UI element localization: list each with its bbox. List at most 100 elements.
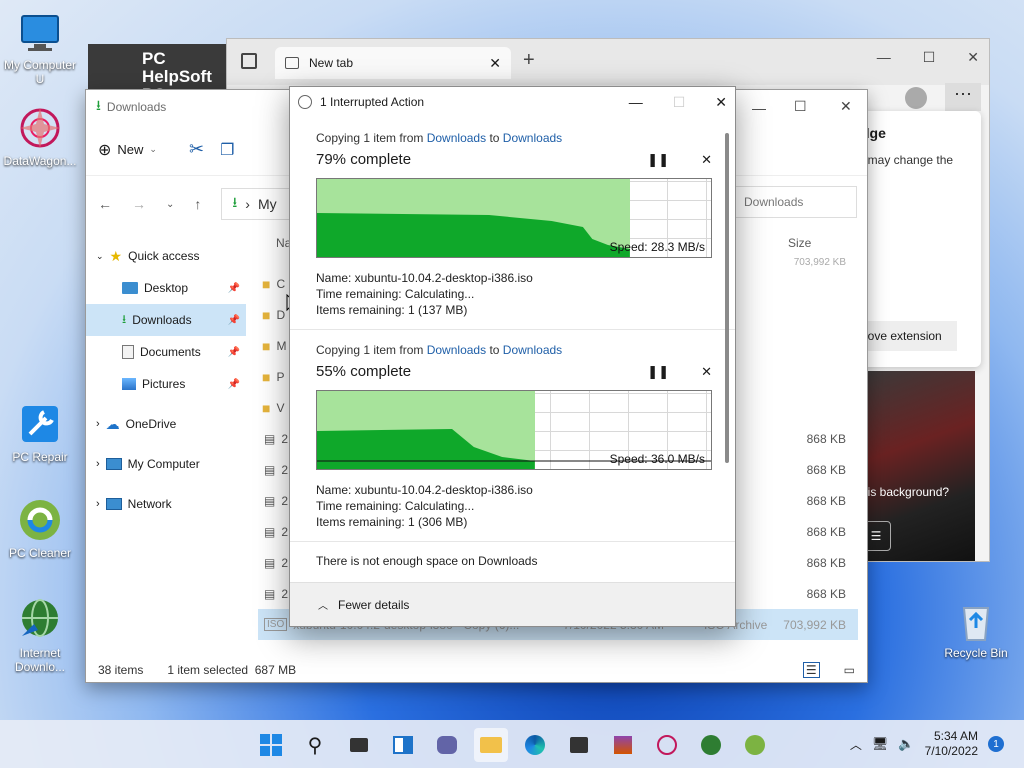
- desktop-icon-recycle-bin[interactable]: Recycle Bin: [936, 596, 1016, 660]
- destination-link[interactable]: Downloads: [503, 343, 562, 357]
- nav-my-computer[interactable]: › My Computer: [86, 448, 246, 480]
- chat-button[interactable]: [430, 728, 464, 762]
- desktop-icon-my-computer[interactable]: My Computer U: [0, 8, 80, 86]
- search-input[interactable]: Downloads: [733, 186, 857, 218]
- volume-icon[interactable]: 🔈: [898, 736, 914, 752]
- search-placeholder: Downloads: [744, 195, 804, 209]
- search-button[interactable]: ⚲: [298, 728, 332, 762]
- notification-badge[interactable]: 1: [988, 736, 1004, 752]
- cloud-icon: ☁: [105, 415, 120, 432]
- explorer-maximize-icon[interactable]: ☐: [794, 98, 807, 115]
- tab-new-tab[interactable]: New tab ✕: [275, 47, 511, 79]
- newtab-icon: [285, 57, 299, 69]
- file-icon: ▤: [264, 493, 276, 508]
- clock-date: 7/10/2022: [924, 744, 978, 758]
- desktop-icon-internet-download[interactable]: Internet Downlo...: [0, 596, 80, 674]
- pc-cleaner-icon: [745, 735, 765, 755]
- forward-arrow-icon[interactable]: →: [132, 196, 146, 212]
- up-arrow-icon[interactable]: ↑: [194, 196, 201, 212]
- clock[interactable]: 5:34 AM 7/10/2022: [925, 729, 978, 759]
- nav-network[interactable]: › Network: [86, 488, 246, 520]
- nav-pictures[interactable]: Pictures 📌: [86, 368, 246, 400]
- path-chevron-icon: ›: [245, 196, 250, 212]
- chat-icon: [437, 736, 457, 754]
- clock-time: 5:34 AM: [933, 729, 978, 743]
- new-tab-plus-icon[interactable]: +: [523, 49, 535, 72]
- source-link[interactable]: Downloads: [427, 343, 486, 357]
- tab-actions-icon[interactable]: [241, 53, 257, 69]
- nav-onedrive[interactable]: › ☁ OneDrive: [86, 408, 246, 440]
- task-view-button[interactable]: [342, 728, 376, 762]
- monitor-icon: [105, 458, 122, 470]
- cancel-icon[interactable]: ✕: [701, 152, 712, 168]
- destination-link[interactable]: Downloads: [503, 131, 562, 145]
- minimize-icon[interactable]: —: [629, 94, 643, 111]
- nav-desktop[interactable]: Desktop 📌: [86, 272, 246, 304]
- extension-text: t may change the: [861, 153, 954, 167]
- divider: [290, 329, 735, 330]
- pause-icon[interactable]: ❚❚: [647, 152, 669, 168]
- speed-label: Speed: 36.0 MB/s: [609, 452, 705, 466]
- items-remaining: Items remaining: 1 (137 MB): [316, 303, 468, 317]
- chevron-down-icon: ⌄: [96, 250, 104, 261]
- copy-progress-dialog[interactable]: 1 Interrupted Action — ☐ ✕ Copying 1 ite…: [289, 86, 736, 627]
- edge-button[interactable]: [518, 728, 552, 762]
- start-button[interactable]: [254, 728, 288, 762]
- iso-file-icon: ISO: [264, 618, 288, 631]
- details-view-icon[interactable]: ☰: [802, 662, 820, 678]
- explorer-minimize-icon[interactable]: —: [752, 100, 766, 116]
- internet-download-button[interactable]: [694, 728, 728, 762]
- progress-graph: Speed: 36.0 MB/s: [316, 390, 712, 470]
- nav-documents[interactable]: Documents 📌: [86, 336, 246, 368]
- dialog-scrollbar[interactable]: [725, 133, 729, 463]
- new-button[interactable]: ⊕ New ⌄: [98, 140, 157, 160]
- remove-extension-button[interactable]: nove extension: [857, 321, 957, 351]
- copy-icon[interactable]: ❐: [220, 140, 234, 160]
- pin-icon: 📌: [227, 346, 240, 358]
- desktop-icon-pc-cleaner[interactable]: PC Cleaner: [0, 496, 80, 560]
- browser-avatar[interactable]: [905, 87, 927, 109]
- file-size: 868 KB: [806, 586, 846, 601]
- nav-label: Downloads: [132, 313, 192, 327]
- maximize-icon[interactable]: ☐: [673, 94, 686, 111]
- close-tab-icon[interactable]: ✕: [489, 55, 501, 72]
- recent-chevron-icon[interactable]: ⌄: [166, 199, 174, 210]
- source-link[interactable]: Downloads: [427, 131, 486, 145]
- fewer-details-button[interactable]: Fewer details: [338, 598, 409, 612]
- cancel-icon[interactable]: ✕: [701, 364, 712, 380]
- datawagon-button[interactable]: [650, 728, 684, 762]
- minimize-icon[interactable]: —: [877, 49, 891, 66]
- network-icon[interactable]: 🖥: [872, 736, 889, 752]
- desktop-icon-pc-repair[interactable]: PC Repair: [0, 400, 80, 464]
- close-icon[interactable]: ✕: [967, 49, 979, 66]
- store-button[interactable]: [562, 728, 596, 762]
- file-explorer-button[interactable]: [474, 728, 508, 762]
- desktop-icon-datawagon[interactable]: DataWagon...: [0, 104, 80, 168]
- file-size: 703,992 KB: [793, 256, 846, 268]
- explorer-close-icon[interactable]: ✕: [840, 98, 852, 115]
- back-arrow-icon[interactable]: ←: [98, 196, 112, 212]
- file-name: V: [276, 400, 285, 415]
- pc-cleaner-banner: PC HelpSoft PC Cleaner: [88, 44, 228, 94]
- column-size[interactable]: Size: [788, 236, 811, 250]
- nav-downloads[interactable]: ⭳ Downloads 📌: [86, 304, 246, 336]
- nav-quick-access[interactable]: ⌄ ★ Quick access: [86, 240, 246, 272]
- copy-prefix: Copying 1 item from: [316, 131, 424, 145]
- chevron-up-icon[interactable]: ︿: [850, 736, 862, 753]
- cut-icon[interactable]: ✂: [189, 139, 204, 160]
- chevron-up-icon[interactable]: ︿: [318, 597, 328, 612]
- file-size: 868 KB: [806, 555, 846, 570]
- close-icon[interactable]: ✕: [715, 94, 727, 111]
- widgets-button[interactable]: [386, 728, 420, 762]
- browser-menu-icon[interactable]: ···: [945, 83, 981, 111]
- speed-curve: [317, 213, 630, 257]
- archiver-button[interactable]: [606, 728, 640, 762]
- pc-cleaner-button[interactable]: [738, 728, 772, 762]
- pause-icon[interactable]: ❚❚: [647, 364, 669, 380]
- pin-icon: 📌: [227, 314, 240, 326]
- tiles-view-icon[interactable]: ▭: [844, 663, 855, 677]
- windows-logo-icon: [260, 734, 282, 756]
- maximize-icon[interactable]: ☐: [923, 49, 936, 66]
- download-arrow-icon: ⭳: [232, 194, 238, 210]
- network-icon: [105, 498, 122, 510]
